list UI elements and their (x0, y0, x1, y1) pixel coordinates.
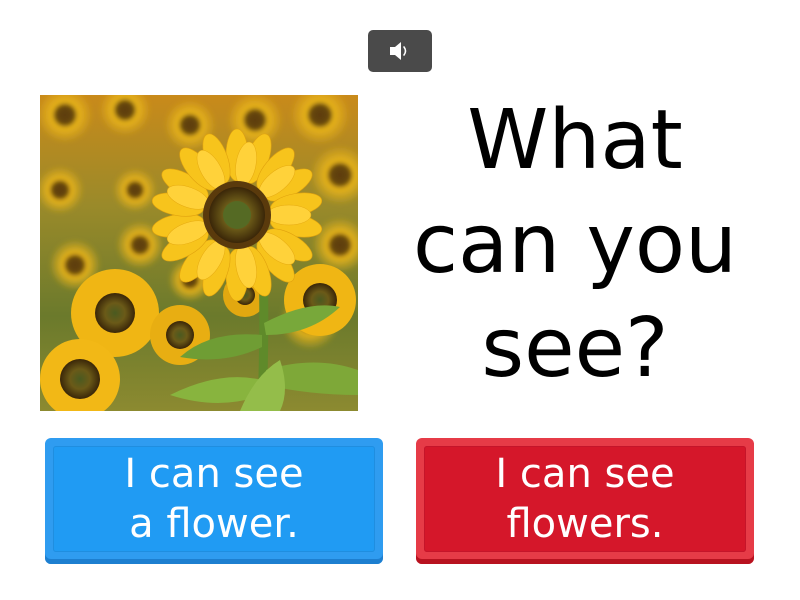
answer-b-line-1: I can see (495, 451, 675, 497)
speaker-icon (390, 42, 407, 60)
sunflower-image (40, 95, 358, 411)
question-text: What can you see? (390, 90, 760, 400)
answer-button-b[interactable]: I can see flowers. (416, 438, 754, 564)
answer-button-b-label: I can see flowers. (416, 446, 754, 552)
sound-button[interactable] (368, 30, 432, 72)
question-line-2: can you (412, 197, 738, 292)
question-line-3: see? (481, 301, 669, 396)
answer-a-line-2: a flower. (129, 501, 299, 547)
answer-b-line-2: flowers. (506, 501, 664, 547)
answer-a-line-1: I can see (124, 451, 304, 497)
quiz-screen: What can you see? I can see a flower. I … (0, 0, 800, 600)
answer-button-a[interactable]: I can see a flower. (45, 438, 383, 564)
question-line-1: What (467, 93, 683, 188)
answer-button-a-label: I can see a flower. (45, 446, 383, 552)
